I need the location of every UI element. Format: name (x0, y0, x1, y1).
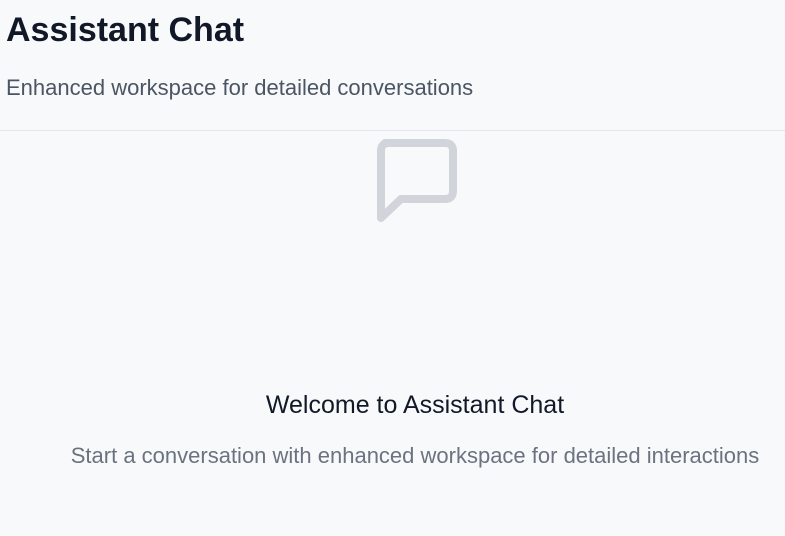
page-subtitle: Enhanced workspace for detailed conversa… (6, 75, 474, 100)
welcome-title: Welcome to Assistant Chat (265, 391, 565, 419)
page-title: Assistant Chat (6, 11, 245, 49)
welcome-description: Start a conversation with enhanced works… (70, 443, 760, 468)
chat-app: Assistant Chat Enhanced workspace for de… (0, 0, 785, 536)
page-header: Assistant Chat Enhanced workspace for de… (0, 0, 785, 131)
message-square-icon (377, 139, 457, 222)
